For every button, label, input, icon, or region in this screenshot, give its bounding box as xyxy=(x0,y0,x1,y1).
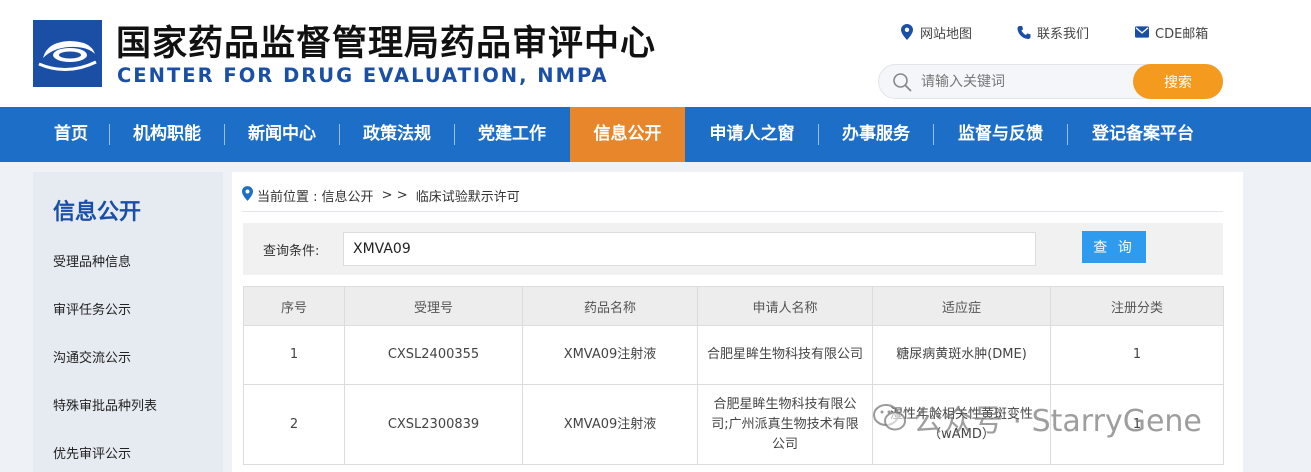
sidebar-item-priority-review[interactable]: 优先审评公示 xyxy=(53,443,131,462)
search-button[interactable]: 搜索 xyxy=(1133,64,1223,99)
nav-item-services[interactable]: 办事服务 xyxy=(819,107,933,162)
cde-logo[interactable] xyxy=(33,20,102,87)
nav-item-policy[interactable]: 政策法规 xyxy=(340,107,454,162)
breadcrumb: 当前位置 : 信息公开 > > 临床试验默示许可 xyxy=(242,186,520,205)
breadcrumb-prefix: 当前位置 : xyxy=(257,190,318,205)
sidebar-item-review-tasks[interactable]: 审评任务公示 xyxy=(53,299,131,318)
table-row[interactable]: 1 CXSL2400355 XMVA09注射液 合肥星眸生物科技有限公司 糖尿病… xyxy=(243,325,1224,385)
breadcrumb-separator: > > xyxy=(377,188,412,203)
search-input[interactable] xyxy=(921,65,1131,98)
breadcrumb-section[interactable]: 信息公开 xyxy=(322,186,374,205)
sidebar-title: 信息公开 xyxy=(53,200,142,225)
site-header: 国家药品监督管理局药品审评中心 CENTER FOR DRUG EVALUATI… xyxy=(0,0,1311,107)
table-header-row: 序号 受理号 药品名称 申请人名称 适应症 注册分类 xyxy=(243,286,1224,326)
search-icon xyxy=(892,72,912,92)
cell-acceptance-no: CXSL2400355 xyxy=(344,325,523,385)
nav-item-functions[interactable]: 机构职能 xyxy=(110,107,224,162)
query-input[interactable] xyxy=(343,232,1036,266)
main-content: 当前位置 : 信息公开 > > 临床试验默示许可 查询条件: 查 询 序号 受理… xyxy=(232,172,1243,472)
breadcrumb-divider xyxy=(242,211,1223,212)
site-title-cn: 国家药品监督管理局药品审评中心 xyxy=(116,24,657,64)
col-header-no: 序号 xyxy=(243,286,345,326)
nav-item-party[interactable]: 党建工作 xyxy=(455,107,569,162)
cde-mail-link-label: CDE邮箱 xyxy=(1155,26,1209,42)
query-label: 查询条件: xyxy=(263,244,320,259)
nav-item-info-disclosure[interactable]: 信息公开 xyxy=(570,107,685,162)
contact-link-label: 联系我们 xyxy=(1037,26,1090,42)
breadcrumb-current: 临床试验默示许可 xyxy=(415,190,520,205)
sidebar: 信息公开 受理品种信息 审评任务公示 沟通交流公示 特殊审批品种列表 优先审评公… xyxy=(33,172,223,472)
main-nav: 首页 机构职能 新闻中心 政策法规 党建工作 信息公开 申请人之窗 办事服务 监… xyxy=(0,107,1311,162)
cell-drug-name: XMVA09注射液 xyxy=(522,325,698,385)
cell-indication: 糖尿病黄斑水肿(DME) xyxy=(872,325,1051,385)
location-pin-icon xyxy=(242,186,253,205)
cell-category: 1 xyxy=(1050,325,1224,385)
sidebar-item-special-approval[interactable]: 特殊审批品种列表 xyxy=(53,395,157,414)
cell-category: 1 xyxy=(1050,384,1224,465)
sidebar-item-communication[interactable]: 沟通交流公示 xyxy=(53,347,131,366)
phone-icon xyxy=(1017,24,1031,40)
col-header-indication: 适应症 xyxy=(872,286,1051,326)
location-pin-icon xyxy=(900,24,914,40)
cell-applicant: 合肥星眸生物科技有限公司 xyxy=(697,325,873,385)
sidebar-item-accepted-varieties[interactable]: 受理品种信息 xyxy=(53,251,131,270)
nav-item-applicant[interactable]: 申请人之窗 xyxy=(686,107,818,162)
cell-applicant: 合肥星眸生物科技有限公司;广州派真生物技术有限公司 xyxy=(697,384,873,465)
mail-icon xyxy=(1135,24,1149,40)
nav-item-feedback[interactable]: 监督与反馈 xyxy=(934,107,1067,162)
col-header-category: 注册分类 xyxy=(1050,286,1224,326)
cell-drug-name: XMVA09注射液 xyxy=(522,384,698,465)
contact-link[interactable]: 联系我们 xyxy=(1017,22,1089,42)
nav-item-registration[interactable]: 登记备案平台 xyxy=(1068,107,1218,162)
nav-item-home[interactable]: 首页 xyxy=(33,107,109,162)
col-header-drug-name: 药品名称 xyxy=(522,286,698,326)
results-table: 序号 受理号 药品名称 申请人名称 适应症 注册分类 1 CXSL2400355… xyxy=(243,286,1224,465)
site-title-en: CENTER FOR DRUG EVALUATION, NMPA xyxy=(117,64,609,87)
site-search: 搜索 xyxy=(878,64,1223,99)
table-row[interactable]: 2 CXSL2300839 XMVA09注射液 合肥星眸生物科技有限公司;广州派… xyxy=(243,384,1224,465)
cell-no: 1 xyxy=(243,325,345,385)
col-header-applicant: 申请人名称 xyxy=(697,286,873,326)
col-header-acceptance-no: 受理号 xyxy=(344,286,523,326)
cell-acceptance-no: CXSL2300839 xyxy=(344,384,523,465)
sitemap-link-label: 网站地图 xyxy=(920,26,973,42)
header-links: 网站地图 联系我们 CDE邮箱 xyxy=(900,22,1230,42)
query-button[interactable]: 查 询 xyxy=(1082,231,1146,263)
sitemap-link[interactable]: 网站地图 xyxy=(900,22,972,42)
cde-mail-link[interactable]: CDE邮箱 xyxy=(1135,22,1208,42)
cell-indication: 湿性年龄相关性黄斑变性（wAMD） xyxy=(872,384,1051,465)
nav-item-news[interactable]: 新闻中心 xyxy=(225,107,339,162)
query-bar: 查询条件: 查 询 xyxy=(243,223,1223,275)
cell-no: 2 xyxy=(243,384,345,465)
